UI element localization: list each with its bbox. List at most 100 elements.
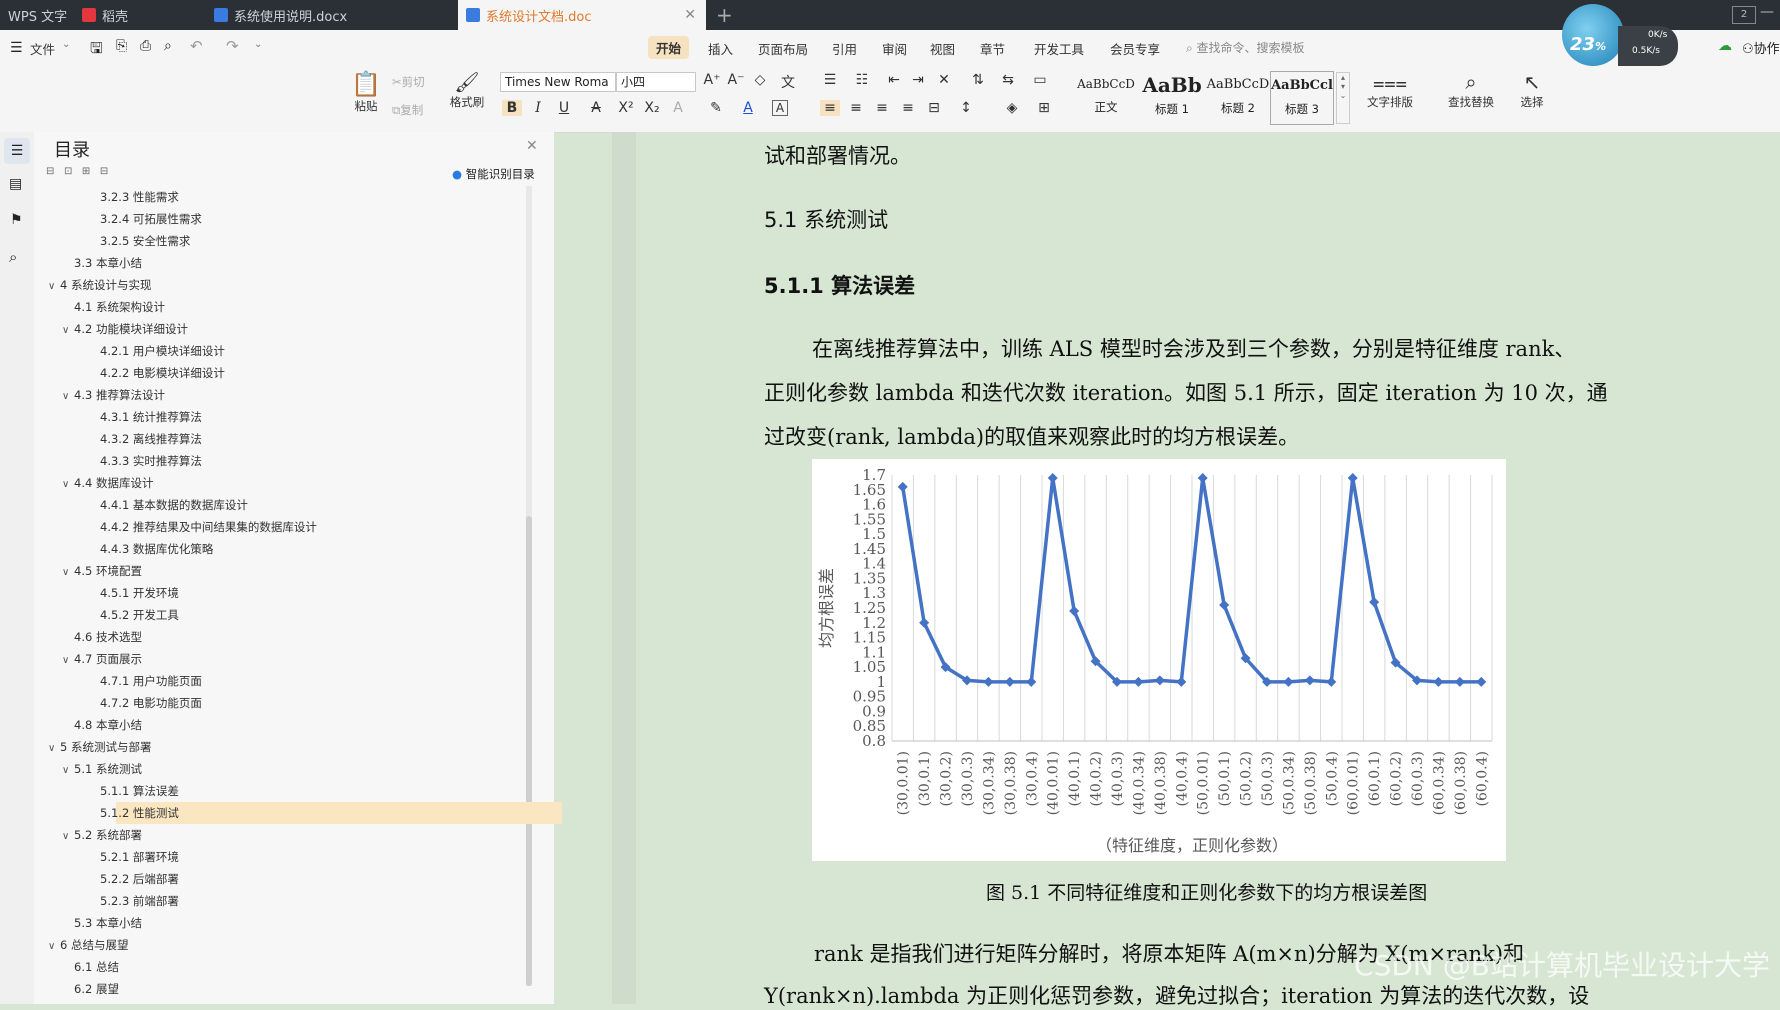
menu-tab-chapter[interactable]: 章节 (980, 39, 1005, 58)
command-search[interactable]: ⌕ 查找命令、搜索模板 (1186, 39, 1305, 56)
chevron-down-icon[interactable]: ∨ (62, 562, 74, 584)
close-icon[interactable]: ✕ (526, 138, 538, 154)
toc-item[interactable]: 4.3.3 实时推荐算法 (100, 450, 202, 472)
italic-button[interactable]: I (528, 100, 548, 116)
style-heading-3[interactable]: AaBbCcl 标题 3 (1270, 71, 1334, 125)
shrink-font-icon[interactable]: A⁻ (726, 72, 746, 88)
toc-item[interactable]: 4.8 本章小结 (74, 714, 142, 736)
toc-item[interactable]: 3.2.3 性能需求 (100, 186, 179, 208)
bullet-list-icon[interactable]: ☰ (820, 72, 840, 88)
search-icon[interactable]: ⌕ (9, 248, 17, 266)
highlight-icon[interactable]: ✎ (706, 100, 726, 116)
rmse-chart[interactable]: 1.7 1.65 1.6 1.55 1.5 1.45 1.4 1.35 1.3 1.25 1.2 1.… (812, 459, 1506, 861)
toc-item[interactable]: 3.2.4 可拓展性需求 (100, 208, 202, 230)
toc-item[interactable]: ∨ 4.4 数据库设计 (62, 472, 153, 494)
chapter-nav-icon[interactable]: ▤ (9, 176, 22, 192)
new-tab-icon[interactable]: + (716, 3, 733, 27)
toc-item[interactable]: 4.4.1 基本数据的数据库设计 (100, 494, 248, 516)
toc-item[interactable]: 4.2.2 电影模块详细设计 (100, 362, 225, 384)
bold-button[interactable]: B (502, 100, 522, 116)
text-layout-button[interactable]: ⩶ 文字排版 (1360, 70, 1420, 110)
add-heading-icon[interactable]: ⊞ (82, 166, 90, 177)
toc-scroll-thumb[interactable] (526, 516, 532, 986)
cut-button[interactable]: ✂剪切 (392, 74, 425, 90)
menu-tab-home[interactable]: 开始 (648, 36, 690, 59)
toc-item[interactable]: 5.3 本章小结 (74, 912, 142, 934)
redo-icon[interactable]: ↷ (226, 37, 239, 55)
print-icon[interactable]: ⎙ (140, 38, 151, 54)
chevron-down-icon[interactable]: ∨ (62, 650, 74, 672)
chevron-down-icon[interactable]: ∨ (62, 474, 74, 496)
text-effect-icon[interactable]: A (668, 100, 688, 116)
toc-item[interactable]: 4.3.1 统计推荐算法 (100, 406, 202, 428)
subscript-button[interactable]: X₂ (642, 100, 662, 116)
menu-tab-page-layout[interactable]: 页面布局 (758, 39, 808, 58)
copy-button[interactable]: ⧉复制 (392, 102, 423, 118)
chevron-down-icon[interactable]: ∨ (48, 276, 60, 298)
toc-item[interactable]: ∨ 6 总结与展望 (48, 934, 128, 956)
smart-toc-button[interactable]: ● 智能识别目录 (452, 166, 535, 182)
command-search-input[interactable]: 查找命令、搜索模板 (1197, 41, 1305, 55)
collapse-all-icon[interactable]: ⊟ (46, 166, 54, 177)
chevron-down-icon[interactable]: ∨ (62, 760, 74, 782)
find-replace-button[interactable]: ⌕ 查找替换 (1438, 70, 1504, 110)
phonetic-icon[interactable]: 文 (778, 72, 798, 92)
select-button[interactable]: ↖ 选择 (1512, 70, 1552, 110)
sort-icon[interactable]: ⇅ (968, 72, 988, 88)
toc-item[interactable]: 4.1 系统架构设计 (74, 296, 165, 318)
char-border-icon[interactable]: A (772, 100, 788, 116)
borders-icon[interactable]: ⊞ (1034, 100, 1054, 116)
format-painter-button[interactable]: 🖌 格式刷 (446, 70, 488, 110)
font-size-select[interactable]: 小四 (616, 72, 696, 92)
toc-item[interactable]: ∨ 5 系统测试与部署 (48, 736, 151, 758)
minimize-icon[interactable]: — (1760, 4, 1774, 20)
tab-docer[interactable]: 稻壳 (74, 0, 204, 30)
bookmark-icon[interactable]: ⚑ (10, 212, 23, 228)
menu-tab-review[interactable]: 审阅 (882, 39, 907, 58)
toc-item[interactable]: 4.7.2 电影功能页面 (100, 692, 202, 714)
tab-wps[interactable]: WPS 文字 (0, 0, 72, 30)
line-spacing-icon[interactable]: ↕ (956, 100, 976, 116)
toc-item[interactable]: 6.2 展望 (74, 978, 119, 1000)
paste-button[interactable]: 📋 粘贴 (348, 70, 384, 114)
toc-item[interactable]: ∨ 4.5 环境配置 (62, 560, 142, 582)
menu-tab-developer[interactable]: 开发工具 (1034, 39, 1084, 58)
align-left-button[interactable]: ≡ (820, 100, 840, 116)
toc-item[interactable]: 4.2.1 用户模块详细设计 (100, 340, 225, 362)
chevron-down-icon[interactable]: ∨ (48, 936, 60, 958)
print-preview-icon[interactable]: ⌕ (164, 38, 172, 54)
style-scroll[interactable]: ▴ ▾ ⌄ (1336, 72, 1350, 124)
toc-item[interactable]: 4.4.2 推荐结果及中间结果集的数据库设计 (100, 516, 317, 538)
toc-item[interactable]: ∨ 5.1 系统测试 (62, 758, 142, 780)
chevron-down-icon[interactable]: ∨ (48, 738, 60, 760)
toc-item[interactable]: 5.1.1 算法误差 (100, 780, 179, 802)
toc-item[interactable]: 5.1.2 性能测试 (100, 802, 179, 824)
toc-item[interactable]: ∨ 4.7 页面展示 (62, 648, 142, 670)
menu-tab-member[interactable]: 会员专享 (1110, 39, 1160, 58)
toc-item[interactable]: 4.3.2 离线推荐算法 (100, 428, 202, 450)
hamburger-icon[interactable]: ☰ (10, 40, 23, 56)
style-normal[interactable]: AaBbCcD 正文 (1074, 71, 1138, 125)
toc-item[interactable]: 4.5.1 开发环境 (100, 582, 179, 604)
menu-tab-references[interactable]: 引用 (832, 39, 857, 58)
show-marks-icon[interactable]: ⇆ (998, 72, 1018, 88)
collab-button[interactable]: ⚇协作 (1742, 38, 1780, 57)
undo-icon[interactable]: ↶ (190, 37, 203, 55)
toc-item[interactable]: 4.4.3 数据库优化策略 (100, 538, 213, 560)
menu-tab-insert[interactable]: 插入 (708, 39, 733, 58)
toc-item[interactable]: 4.5.2 开发工具 (100, 604, 179, 626)
chevron-down-icon[interactable]: ∨ (62, 320, 74, 342)
decrease-indent-icon[interactable]: ⇤ (884, 72, 904, 88)
window-count-icon[interactable]: 2 (1732, 6, 1756, 24)
toc-item[interactable]: ∨ 4.3 推荐算法设计 (62, 384, 165, 406)
table-grid-icon[interactable]: ▭ (1030, 72, 1050, 88)
toc-scrollbar[interactable] (526, 186, 532, 986)
toc-item[interactable]: 5.2.3 前端部署 (100, 890, 179, 912)
toc-item[interactable]: ∨ 4 系统设计与实现 (48, 274, 151, 296)
export-icon[interactable]: ⎘ (116, 38, 127, 54)
superscript-button[interactable]: X² (616, 100, 636, 116)
close-tab-icon[interactable]: ✕ (684, 7, 696, 23)
toc-item[interactable]: ∨ 5.2 系统部署 (62, 824, 142, 846)
font-color-button[interactable]: A (738, 100, 758, 116)
toc-item[interactable]: 5.2.2 后端部署 (100, 868, 179, 890)
